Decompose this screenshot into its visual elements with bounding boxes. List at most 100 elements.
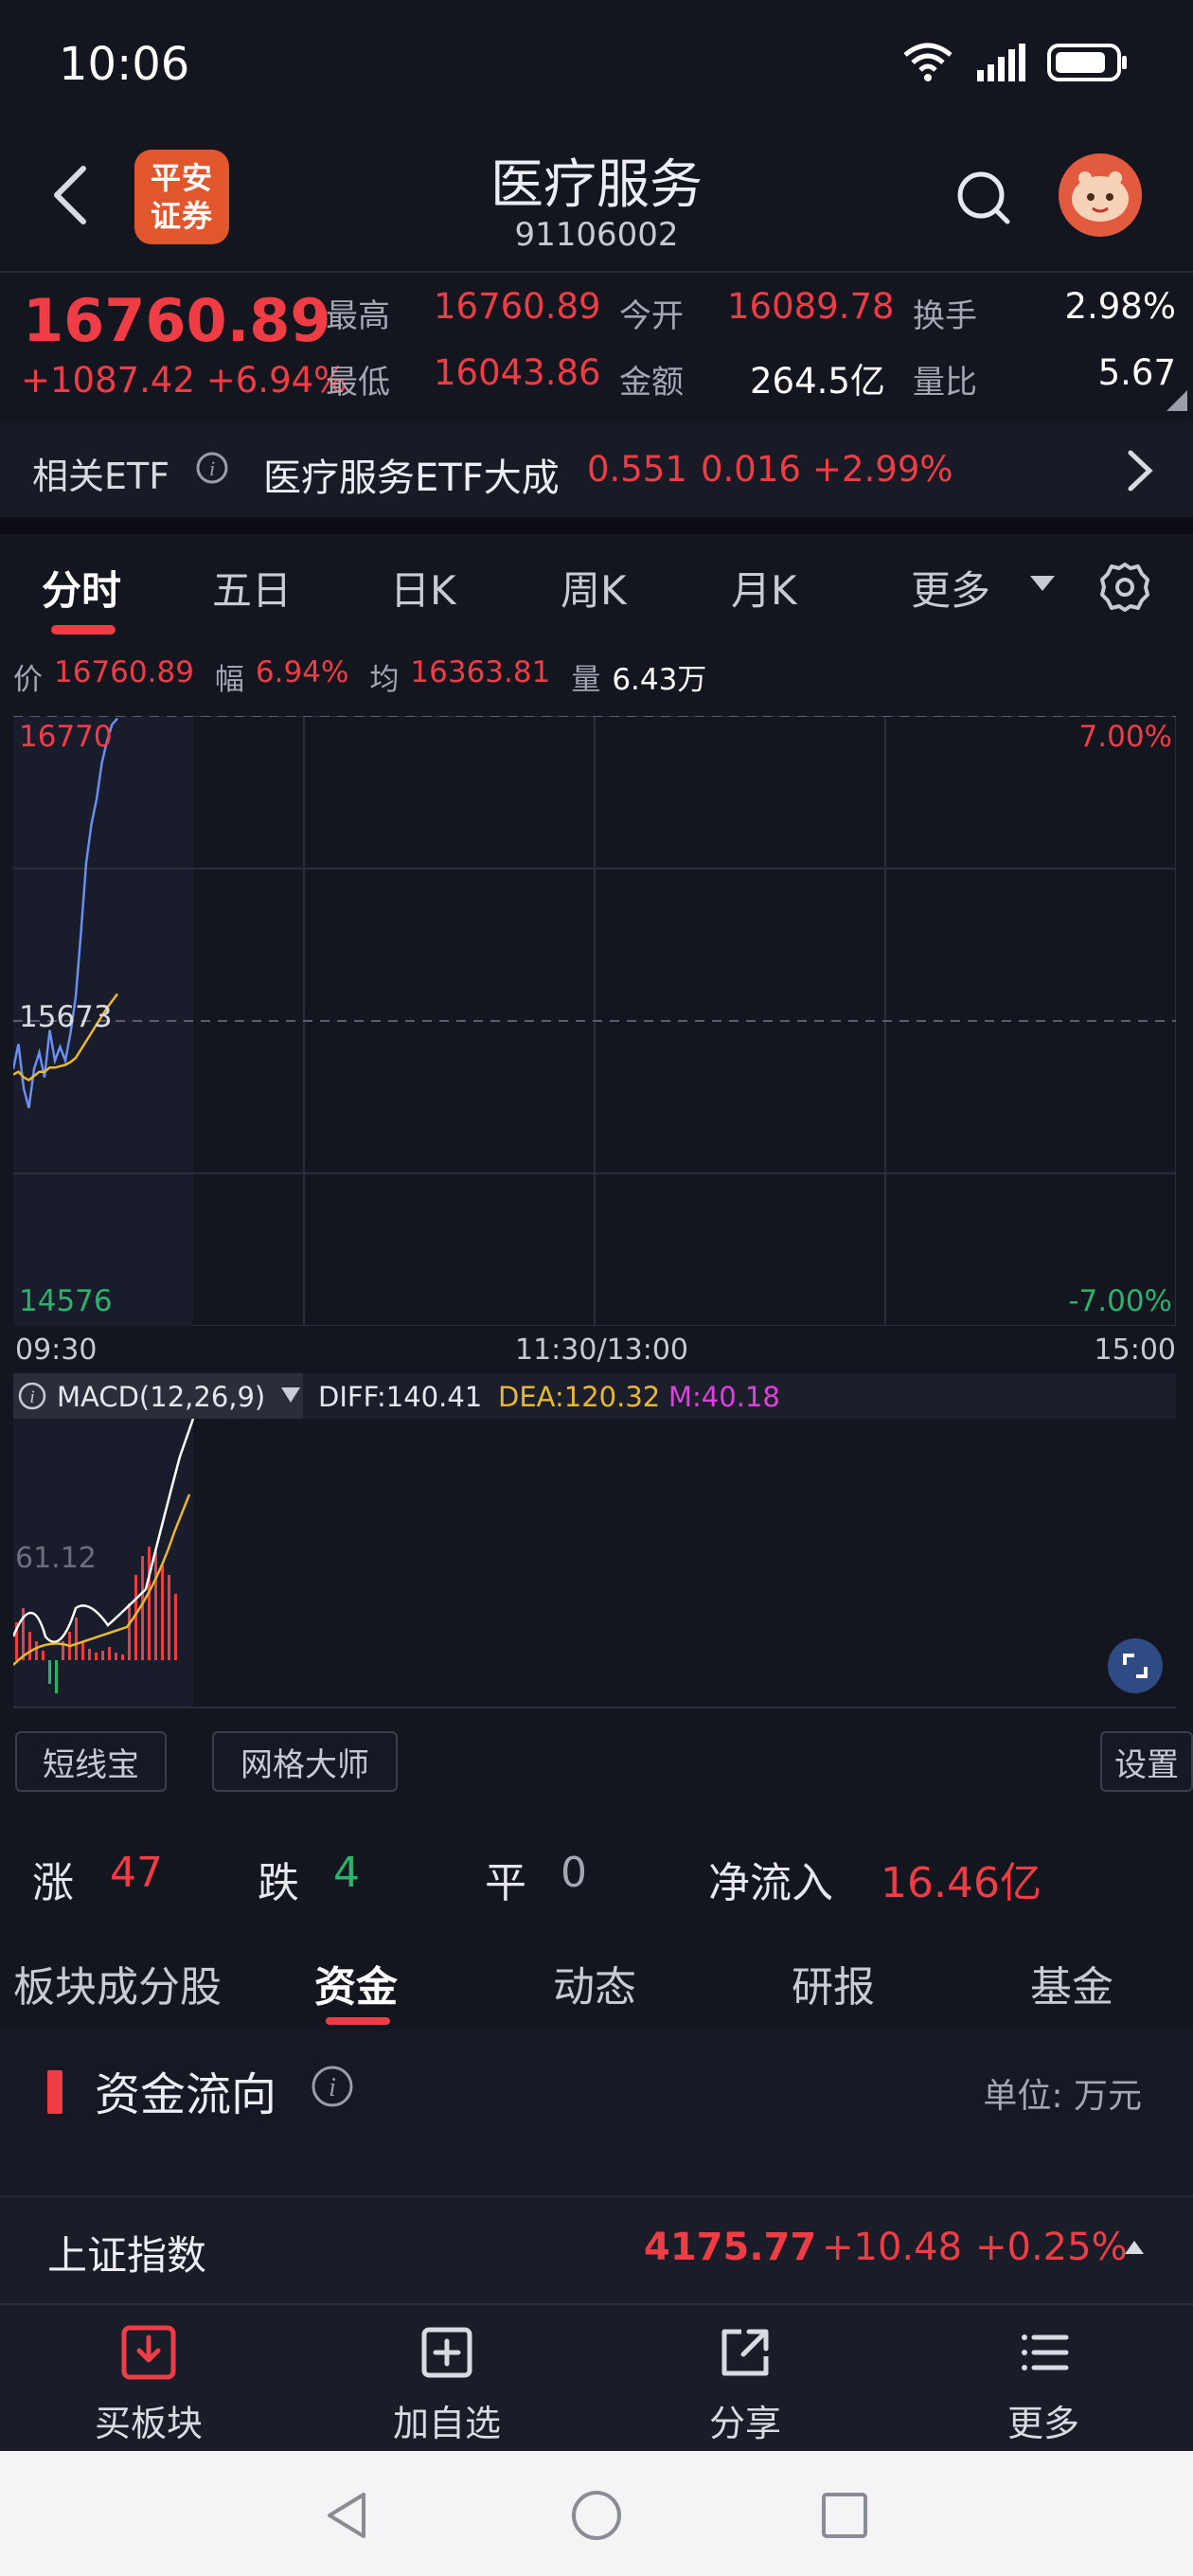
macd-bar bbox=[95, 1653, 98, 1660]
intraday-chart[interactable]: 16770 15673 14576 7.00% -7.00% bbox=[11, 715, 1177, 1327]
system-recents-icon[interactable] bbox=[820, 2491, 869, 2540]
info-range: 6.94% bbox=[255, 655, 349, 689]
status-time: 10:06 bbox=[59, 38, 190, 91]
grid-master-button[interactable]: 网格大师 bbox=[212, 1731, 398, 1792]
detail-tabs: 板块成分股 资金 动态 研报 基金 bbox=[0, 1936, 1193, 2030]
macd-bar bbox=[81, 1641, 84, 1660]
svg-text:i: i bbox=[209, 456, 215, 480]
y-axis-mid-label: 15673 bbox=[19, 1000, 113, 1034]
corner-triangle-icon bbox=[1166, 390, 1187, 411]
tab-research[interactable]: 研报 bbox=[792, 1953, 875, 2013]
macd-bar bbox=[141, 1556, 144, 1660]
related-etf-row[interactable]: 相关ETF i 医疗服务ETF大成 0.551 0.016 +2.99% bbox=[0, 422, 1193, 517]
tab-constituents[interactable]: 板块成分股 bbox=[13, 1953, 222, 2013]
tab-more[interactable]: 更多 bbox=[911, 559, 990, 617]
time-mid: 11:30/13:00 bbox=[515, 1333, 689, 1367]
settings-gear-icon[interactable] bbox=[1098, 561, 1151, 614]
share-icon bbox=[721, 2329, 769, 2376]
quote-panel: 16760.89 +1087.42 +6.94% 最高 16760.89 最低 … bbox=[0, 273, 1193, 422]
add-watchlist-label: 加自选 bbox=[392, 2403, 501, 2444]
add-watchlist-button[interactable]: 加自选 bbox=[352, 2322, 542, 2446]
tab-weekly-k[interactable]: 周K bbox=[561, 559, 627, 617]
etf-label: 相关ETF bbox=[32, 456, 170, 497]
download-box-icon bbox=[121, 2325, 176, 2380]
pct-axis-top-label: 7.00% bbox=[1078, 720, 1172, 754]
macd-bar bbox=[174, 1594, 177, 1660]
amount-label: 金额 bbox=[619, 364, 684, 402]
etf-name: 医疗服务ETF大成 bbox=[263, 456, 560, 500]
macd-bar bbox=[154, 1551, 157, 1660]
tab-daily-k[interactable]: 日K bbox=[390, 559, 456, 617]
section-gap bbox=[0, 517, 1193, 534]
tab-news[interactable]: 动态 bbox=[553, 1953, 636, 2013]
tab-monthly-k[interactable]: 月K bbox=[731, 559, 797, 617]
time-end: 15:00 bbox=[1094, 1333, 1176, 1367]
time-start: 09:30 bbox=[15, 1333, 98, 1367]
time-axis: 09:30 11:30/13:00 15:00 bbox=[13, 1333, 1176, 1371]
macd-selector[interactable]: i MACD(12,26,9) bbox=[13, 1373, 303, 1419]
down-label: 跌 bbox=[258, 1859, 299, 1907]
avatar[interactable] bbox=[1059, 153, 1142, 237]
turnover-value: 2.98% bbox=[1064, 286, 1176, 327]
macd-bar bbox=[148, 1547, 151, 1660]
net-inflow-value: 16.46亿 bbox=[881, 1859, 1042, 1907]
bottom-action-bar: 买板块 加自选 分享 更多 bbox=[0, 2303, 1193, 2451]
macd-header: i MACD(12,26,9) DIFF:140.41 DEA:120.32 M… bbox=[13, 1373, 1176, 1419]
system-home-icon[interactable] bbox=[568, 2489, 625, 2542]
up-label: 涨 bbox=[32, 1859, 74, 1907]
macd-level-label: 61.12 bbox=[15, 1542, 97, 1575]
macd-bar bbox=[115, 1653, 117, 1660]
info-avg-label: 均 bbox=[369, 663, 400, 697]
section-title: 资金流向 bbox=[95, 2068, 277, 2121]
low-label: 最低 bbox=[326, 364, 390, 402]
caret-down-icon bbox=[1030, 576, 1055, 591]
more-button[interactable]: 更多 bbox=[949, 2322, 1138, 2446]
info-icon[interactable]: i bbox=[311, 2065, 354, 2108]
system-navigation-bar bbox=[0, 2451, 1193, 2576]
down-count: 4 bbox=[333, 1849, 360, 1897]
buy-sector-button[interactable]: 买板块 bbox=[54, 2322, 243, 2446]
chart-info-line: 价 16760.89 幅 6.94% 均 16363.81 量 6.43万 bbox=[13, 655, 706, 698]
macd-dea: DEA:120.32 bbox=[498, 1381, 661, 1413]
tab-underline bbox=[51, 625, 116, 635]
net-inflow-label: 净流入 bbox=[708, 1859, 833, 1907]
macd-bar bbox=[121, 1655, 124, 1660]
share-label: 分享 bbox=[708, 2403, 781, 2444]
svg-text:i: i bbox=[329, 2073, 336, 2102]
unit-label: 单位: 万元 bbox=[983, 2077, 1142, 2116]
index-ticker-bar[interactable]: 上证指数 4175.77 +10.48 +0.25% bbox=[0, 2195, 1193, 2303]
tab-capital[interactable]: 资金 bbox=[314, 1953, 398, 2013]
status-icons bbox=[901, 42, 1129, 83]
macd-chart[interactable]: 61.12 bbox=[11, 1418, 1176, 1708]
short-term-tool-button[interactable]: 短线宝 bbox=[15, 1731, 167, 1792]
macd-bar bbox=[161, 1565, 164, 1660]
system-back-icon[interactable] bbox=[322, 2489, 371, 2542]
high-label: 最高 bbox=[326, 297, 390, 335]
low-value: 16043.86 bbox=[434, 352, 601, 393]
etf-change: 0.016 bbox=[701, 449, 801, 490]
search-button[interactable] bbox=[951, 165, 1017, 231]
amount-value: 264.5亿 bbox=[750, 361, 885, 402]
expand-chart-button[interactable] bbox=[1108, 1638, 1163, 1693]
settings-button[interactable]: 设置 bbox=[1100, 1731, 1193, 1792]
capital-flow-section: 资金流向 i 单位: 万元 bbox=[0, 2029, 1193, 2194]
info-vol-label: 量 bbox=[571, 663, 601, 697]
macd-bar bbox=[28, 1632, 31, 1660]
info-icon[interactable]: i bbox=[195, 451, 229, 485]
pct-axis-bottom-label: -7.00% bbox=[1068, 1284, 1172, 1318]
info-icon: i bbox=[18, 1382, 46, 1410]
info-avg: 16363.81 bbox=[410, 655, 551, 689]
tab-funds[interactable]: 基金 bbox=[1030, 1953, 1113, 2013]
tab-intraday[interactable]: 分时 bbox=[42, 559, 121, 617]
menu-list-icon bbox=[1022, 2334, 1069, 2370]
index-name: 上证指数 bbox=[47, 2232, 207, 2279]
share-button[interactable]: 分享 bbox=[650, 2322, 840, 2446]
tab-five-day[interactable]: 五日 bbox=[212, 559, 292, 617]
index-pct: +0.25% bbox=[975, 2226, 1128, 2269]
macd-diff: DIFF:140.41 bbox=[318, 1381, 483, 1413]
breadth-stats: 涨 47 跌 4 平 0 净流入 16.46亿 bbox=[0, 1837, 1193, 1913]
info-price: 16760.89 bbox=[54, 655, 194, 689]
svg-text:i: i bbox=[29, 1387, 34, 1407]
info-price-label: 价 bbox=[13, 663, 43, 697]
add-box-icon bbox=[421, 2327, 472, 2378]
